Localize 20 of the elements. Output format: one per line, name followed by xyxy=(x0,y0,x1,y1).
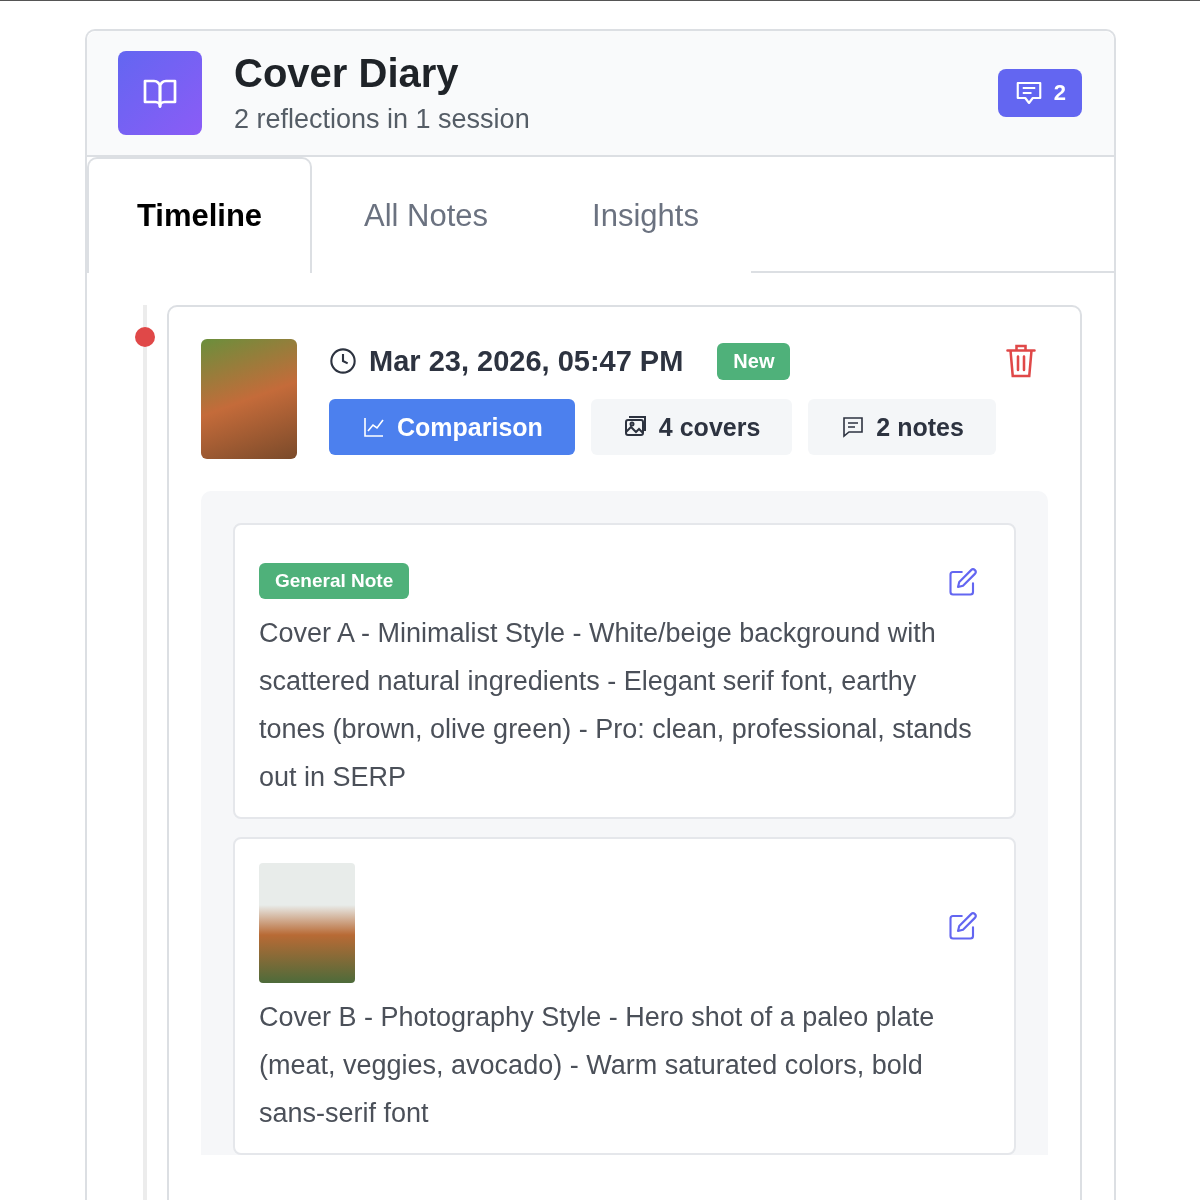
count-chip[interactable]: 4 covers xyxy=(590,399,793,455)
note-text: Cover A - Minimalist Style - White/beige background with scattered natural ingredients - Elegant serif font, earthy tones (brown, olive green) - Pro: clean, professional, stands out in SERP xyxy=(259,617,973,794)
comment-count: 2 xyxy=(1053,80,1066,106)
comparison-button[interactable]: Comparison xyxy=(329,399,575,455)
line-chart-icon xyxy=(361,415,387,439)
images-icon xyxy=(622,415,649,439)
edit-icon[interactable] xyxy=(948,911,978,941)
timeline-dot xyxy=(135,327,155,347)
clock-icon xyxy=(329,347,357,375)
edit-icon[interactable] xyxy=(948,567,978,597)
count-chip[interactable]: 2 notes xyxy=(808,399,996,455)
app-title: Cover Diary xyxy=(234,51,460,96)
new-tag: New xyxy=(717,342,791,380)
comment-count-button[interactable]: 2 xyxy=(997,69,1082,117)
trash-icon[interactable] xyxy=(1006,343,1036,379)
session-summary: 2 reflections in 1 session xyxy=(234,104,531,135)
note-text: Cover B - Photography Style - Hero shot of a paleo plate (meat, veggies, avocado) - Warm saturated colors, bold sans-serif font xyxy=(259,1001,936,1130)
entry-timestamp: Mar 23, 2026, 05:47 PM xyxy=(369,344,684,378)
tab[interactable]: Timeline xyxy=(87,157,312,273)
note-tag: General Note xyxy=(259,563,410,599)
